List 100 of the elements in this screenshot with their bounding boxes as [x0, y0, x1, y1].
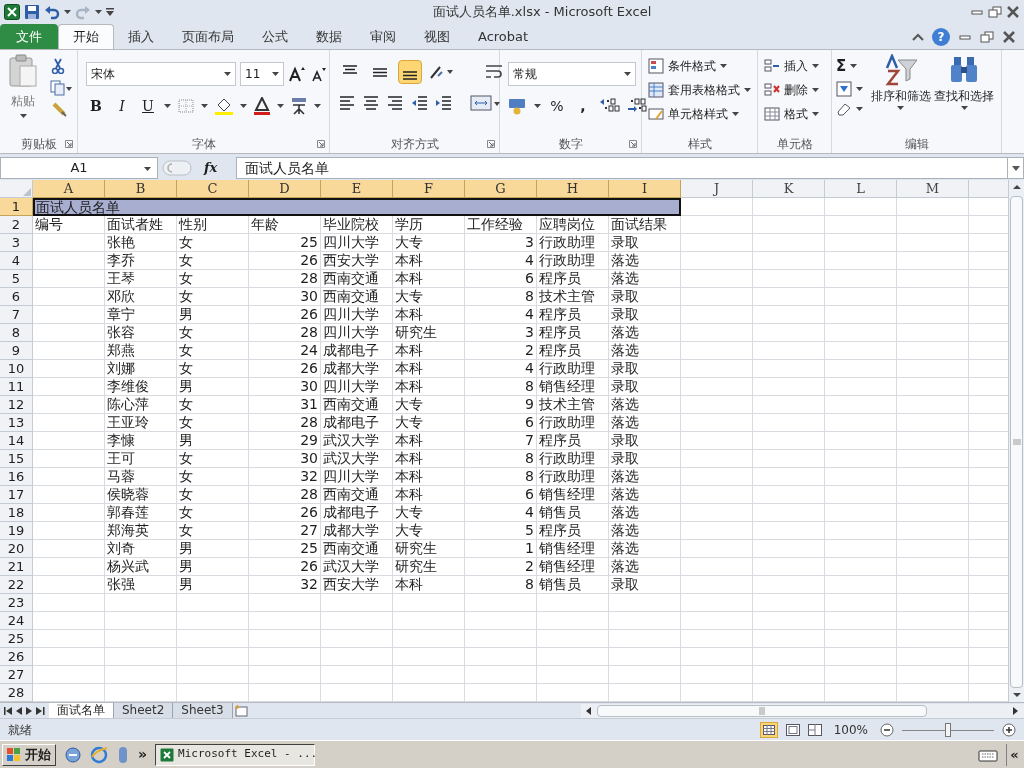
column-header[interactable]: A: [33, 180, 105, 198]
table-cell[interactable]: 4: [465, 360, 537, 378]
table-cell[interactable]: 研究生: [393, 324, 465, 342]
restore-icon[interactable]: [980, 30, 994, 43]
empty-cell[interactable]: [825, 540, 897, 558]
caret-icon[interactable]: [95, 10, 102, 14]
empty-cell[interactable]: [681, 234, 753, 252]
empty-cell[interactable]: [681, 540, 753, 558]
caret-icon[interactable]: [960, 106, 968, 110]
empty-cell[interactable]: [825, 522, 897, 540]
table-cell[interactable]: 技术主管: [537, 288, 609, 306]
table-cell[interactable]: 6: [465, 486, 537, 504]
table-cell[interactable]: 大专: [393, 396, 465, 414]
desktop-icon[interactable]: [64, 745, 82, 764]
caret-icon[interactable]: [856, 107, 863, 111]
empty-cell[interactable]: [897, 360, 969, 378]
row-header[interactable]: 25: [0, 630, 33, 648]
table-cell[interactable]: 26: [249, 558, 321, 576]
empty-cell[interactable]: [609, 612, 681, 630]
column-header[interactable]: L: [825, 180, 897, 198]
merge-center-icon[interactable]: [470, 94, 500, 112]
empty-cell[interactable]: [897, 306, 969, 324]
empty-cell[interactable]: [681, 342, 753, 360]
table-cell[interactable]: 26: [249, 252, 321, 270]
table-cell[interactable]: 本科: [393, 252, 465, 270]
table-cell[interactable]: 落选: [609, 342, 681, 360]
row-header[interactable]: 9: [0, 342, 33, 360]
keyboard-icon[interactable]: [978, 747, 998, 762]
scroll-left-icon[interactable]: [584, 705, 593, 716]
table-cell[interactable]: 性别: [177, 216, 249, 234]
empty-cell[interactable]: [753, 252, 825, 270]
column-header[interactable]: D: [249, 180, 321, 198]
table-cell[interactable]: 面试者姓: [105, 216, 177, 234]
align-right-icon[interactable]: [386, 94, 404, 112]
table-cell[interactable]: 程序员: [537, 306, 609, 324]
empty-cell[interactable]: [537, 666, 609, 684]
empty-cell[interactable]: [249, 630, 321, 648]
table-cell[interactable]: 男: [177, 432, 249, 450]
first-sheet-icon[interactable]: [4, 706, 13, 715]
style-menu-button[interactable]: 套用表格格式: [646, 80, 753, 100]
empty-cell[interactable]: [681, 252, 753, 270]
caret-icon[interactable]: [164, 104, 171, 108]
empty-cell[interactable]: [681, 270, 753, 288]
empty-cell[interactable]: [681, 396, 753, 414]
table-cell[interactable]: 录取: [609, 234, 681, 252]
ribbon-tab[interactable]: 公式: [248, 24, 302, 49]
normal-view-button[interactable]: [759, 721, 778, 738]
tray-collapse-button[interactable]: «: [1006, 743, 1022, 766]
table-cell[interactable]: 8: [465, 576, 537, 594]
table-cell[interactable]: 录取: [609, 360, 681, 378]
empty-cell[interactable]: [825, 288, 897, 306]
bottom-align-button[interactable]: [398, 60, 422, 84]
browser-icon[interactable]: [90, 745, 108, 764]
caret-icon[interactable]: [624, 72, 631, 76]
table-cell[interactable]: 成都大学: [321, 360, 393, 378]
table-cell[interactable]: 成都大学: [321, 522, 393, 540]
row-header[interactable]: 8: [0, 324, 33, 342]
scrollbar-thumb[interactable]: [1010, 196, 1023, 688]
table-cell[interactable]: 29: [249, 432, 321, 450]
empty-cell[interactable]: [537, 594, 609, 612]
start-button[interactable]: 开始: [2, 743, 56, 766]
zoom-in-icon[interactable]: [1002, 722, 1016, 737]
empty-cell[interactable]: [825, 414, 897, 432]
empty-cell[interactable]: [897, 486, 969, 504]
empty-cell[interactable]: [609, 666, 681, 684]
empty-cell[interactable]: [681, 594, 753, 612]
empty-cell[interactable]: [681, 324, 753, 342]
empty-cell[interactable]: [825, 216, 897, 234]
table-cell[interactable]: 西南交通: [321, 270, 393, 288]
caret-icon[interactable]: [856, 87, 863, 91]
table-cell[interactable]: 行政助理: [537, 414, 609, 432]
table-cell[interactable]: 4: [465, 504, 537, 522]
row-header[interactable]: 1: [0, 198, 33, 216]
empty-cell[interactable]: [753, 216, 825, 234]
formula-input[interactable]: 面试人员名单: [236, 157, 1008, 179]
table-cell[interactable]: 9: [465, 396, 537, 414]
table-cell[interactable]: 女: [177, 396, 249, 414]
table-cell[interactable]: 8: [465, 378, 537, 396]
fill-down-icon[interactable]: [836, 81, 852, 97]
table-cell[interactable]: 王琴: [105, 270, 177, 288]
more-button[interactable]: »: [138, 744, 148, 765]
collapse-ribbon-icon[interactable]: [912, 32, 924, 41]
empty-cell[interactable]: [321, 612, 393, 630]
row-header[interactable]: 5: [0, 270, 33, 288]
table-cell[interactable]: 郭春莲: [105, 504, 177, 522]
empty-cell[interactable]: [825, 468, 897, 486]
comma-button[interactable]: ,: [573, 96, 593, 116]
fill-color-icon[interactable]: [214, 97, 234, 115]
font-color-icon[interactable]: [253, 97, 271, 115]
font-size-dropdown[interactable]: 11: [240, 62, 284, 86]
empty-cell[interactable]: [177, 630, 249, 648]
empty-cell[interactable]: [753, 504, 825, 522]
empty-cell[interactable]: [177, 612, 249, 630]
empty-cell[interactable]: [897, 396, 969, 414]
table-cell[interactable]: 工作经验: [465, 216, 537, 234]
empty-cell[interactable]: [681, 360, 753, 378]
empty-cell[interactable]: [105, 594, 177, 612]
empty-cell[interactable]: [825, 342, 897, 360]
empty-cell[interactable]: [825, 432, 897, 450]
table-cell[interactable]: 行政助理: [537, 252, 609, 270]
